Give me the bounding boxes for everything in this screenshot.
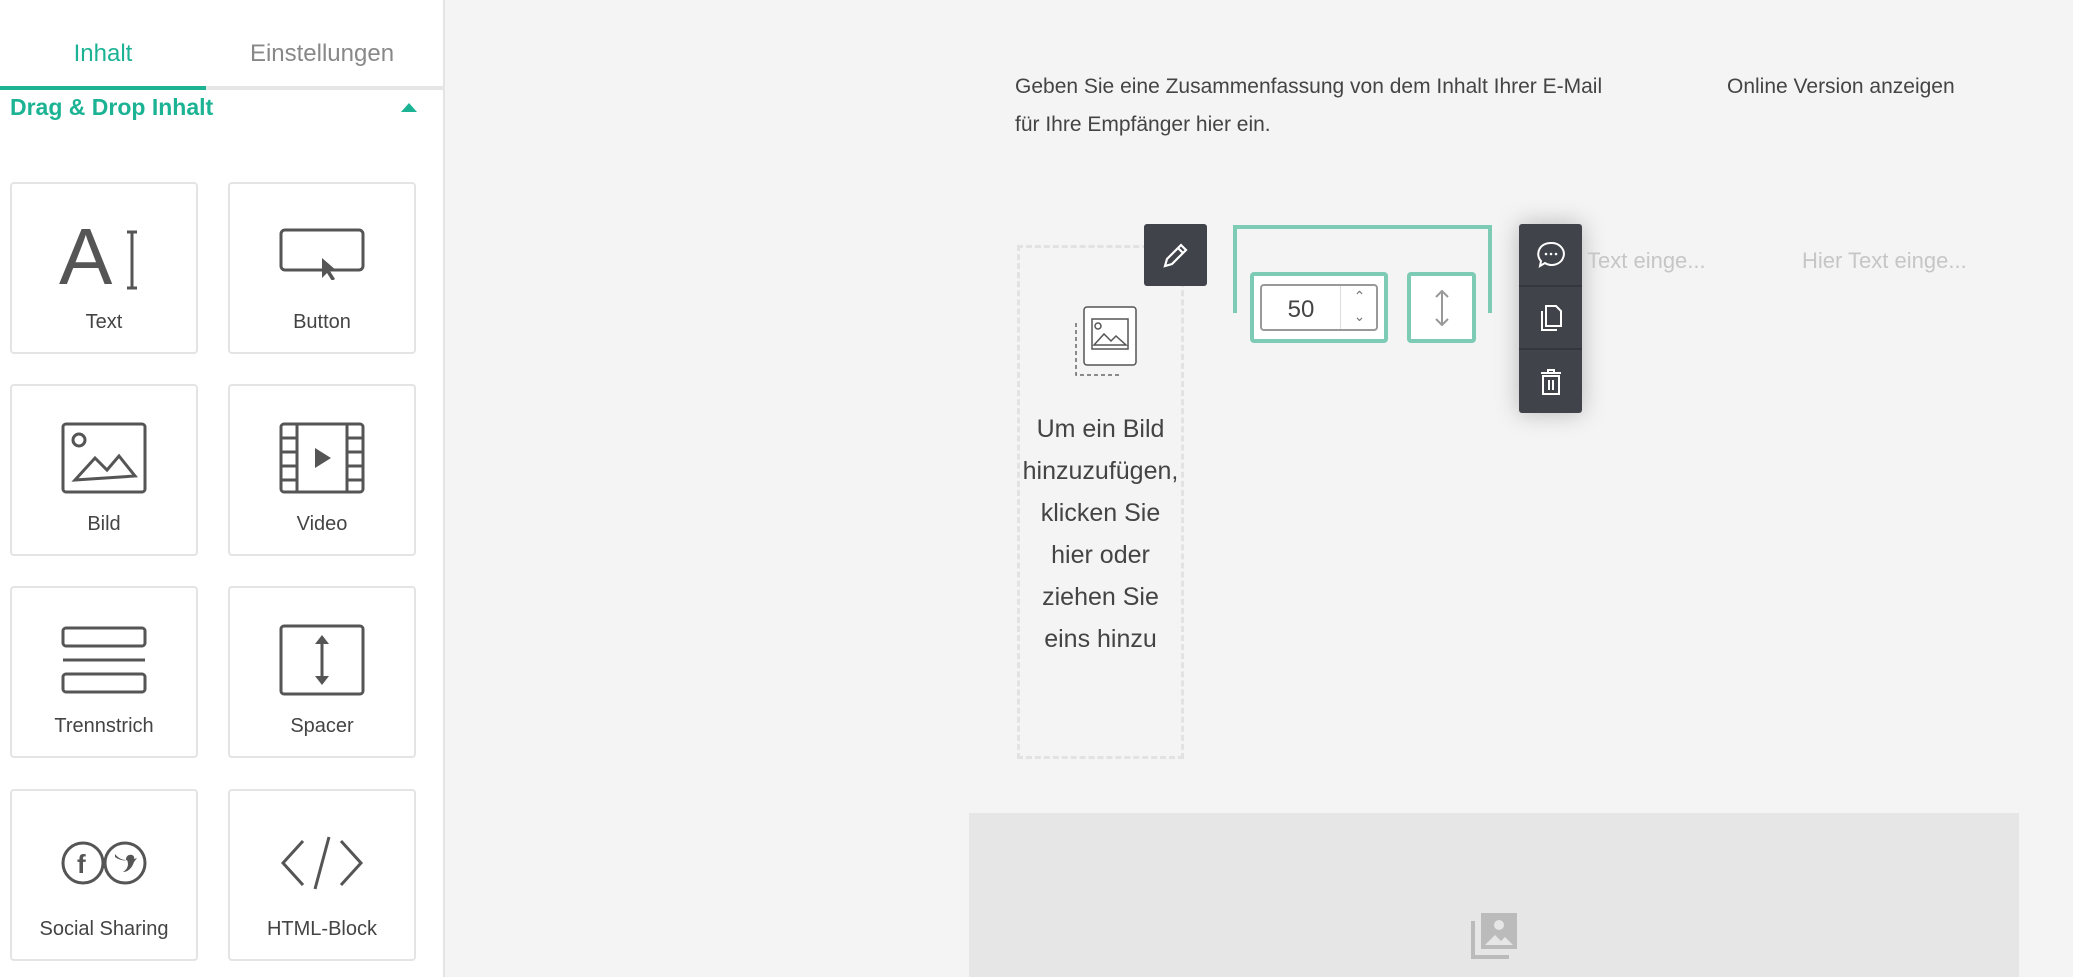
vertical-arrows-icon — [1435, 289, 1449, 327]
code-icon — [280, 836, 364, 890]
block-toolbar — [1519, 224, 1582, 413]
tile-video[interactable]: Video — [228, 384, 416, 556]
pencil-icon — [1163, 243, 1188, 268]
image-icon — [61, 422, 147, 494]
tile-social-sharing[interactable]: f Social Sharing — [10, 789, 198, 961]
tile-trennstrich[interactable]: Trennstrich — [10, 586, 198, 758]
delete-button[interactable] — [1519, 350, 1582, 413]
text-placeholder[interactable]: Text einge... — [1587, 248, 1706, 274]
spacer-icon — [279, 624, 365, 696]
svg-text:f: f — [77, 849, 86, 879]
tile-html-block[interactable]: HTML-Block — [228, 789, 416, 961]
tile-button[interactable]: Button — [228, 182, 416, 354]
tab-underline — [0, 86, 443, 90]
video-icon — [279, 422, 365, 494]
image-add-icon — [1075, 306, 1137, 376]
email-summary[interactable]: Geben Sie eine Zusammenfassung von dem I… — [1015, 68, 1695, 144]
spacer-height-control: 50 ⌃ ⌄ — [1250, 272, 1388, 343]
image-block[interactable] — [969, 813, 2019, 977]
trash-icon — [1540, 368, 1561, 395]
social-icon: f — [61, 841, 147, 885]
chevron-down-icon[interactable]: ⌄ — [1341, 306, 1378, 326]
tab-einstellungen[interactable]: Einstellungen — [206, 40, 438, 68]
copy-icon — [1540, 304, 1562, 331]
image-placeholder[interactable]: Um ein Bild hinzuzufügen, klicken Sie hi… — [1017, 245, 1184, 759]
sidebar: Inhalt Einstellungen Drag & Drop Inhalt … — [0, 0, 445, 977]
text-placeholder[interactable]: Hier Text einge... — [1802, 248, 1967, 274]
button-icon — [279, 228, 365, 280]
online-version-link[interactable]: Online Version anzeigen — [1727, 68, 1955, 106]
caret-up-icon[interactable] — [401, 103, 417, 112]
tile-bild[interactable]: Bild — [10, 384, 198, 556]
spacer-height-stepper[interactable]: 50 ⌃ ⌄ — [1260, 284, 1378, 331]
edit-button[interactable] — [1144, 224, 1207, 286]
tile-spacer[interactable]: Spacer — [228, 586, 416, 758]
duplicate-button[interactable] — [1519, 287, 1582, 350]
svg-text:A: A — [59, 220, 113, 292]
comment-icon — [1536, 241, 1565, 268]
image-icon — [1471, 913, 1517, 959]
chevron-up-icon[interactable]: ⌃ — [1341, 286, 1378, 306]
text-icon: A — [59, 220, 137, 292]
tile-text[interactable]: A Text — [10, 182, 198, 354]
divider-icon — [61, 626, 147, 694]
comment-button[interactable] — [1519, 224, 1582, 287]
tab-inhalt[interactable]: Inhalt — [0, 40, 206, 68]
section-title[interactable]: Drag & Drop Inhalt — [10, 94, 213, 121]
resize-handle[interactable] — [1407, 272, 1476, 343]
